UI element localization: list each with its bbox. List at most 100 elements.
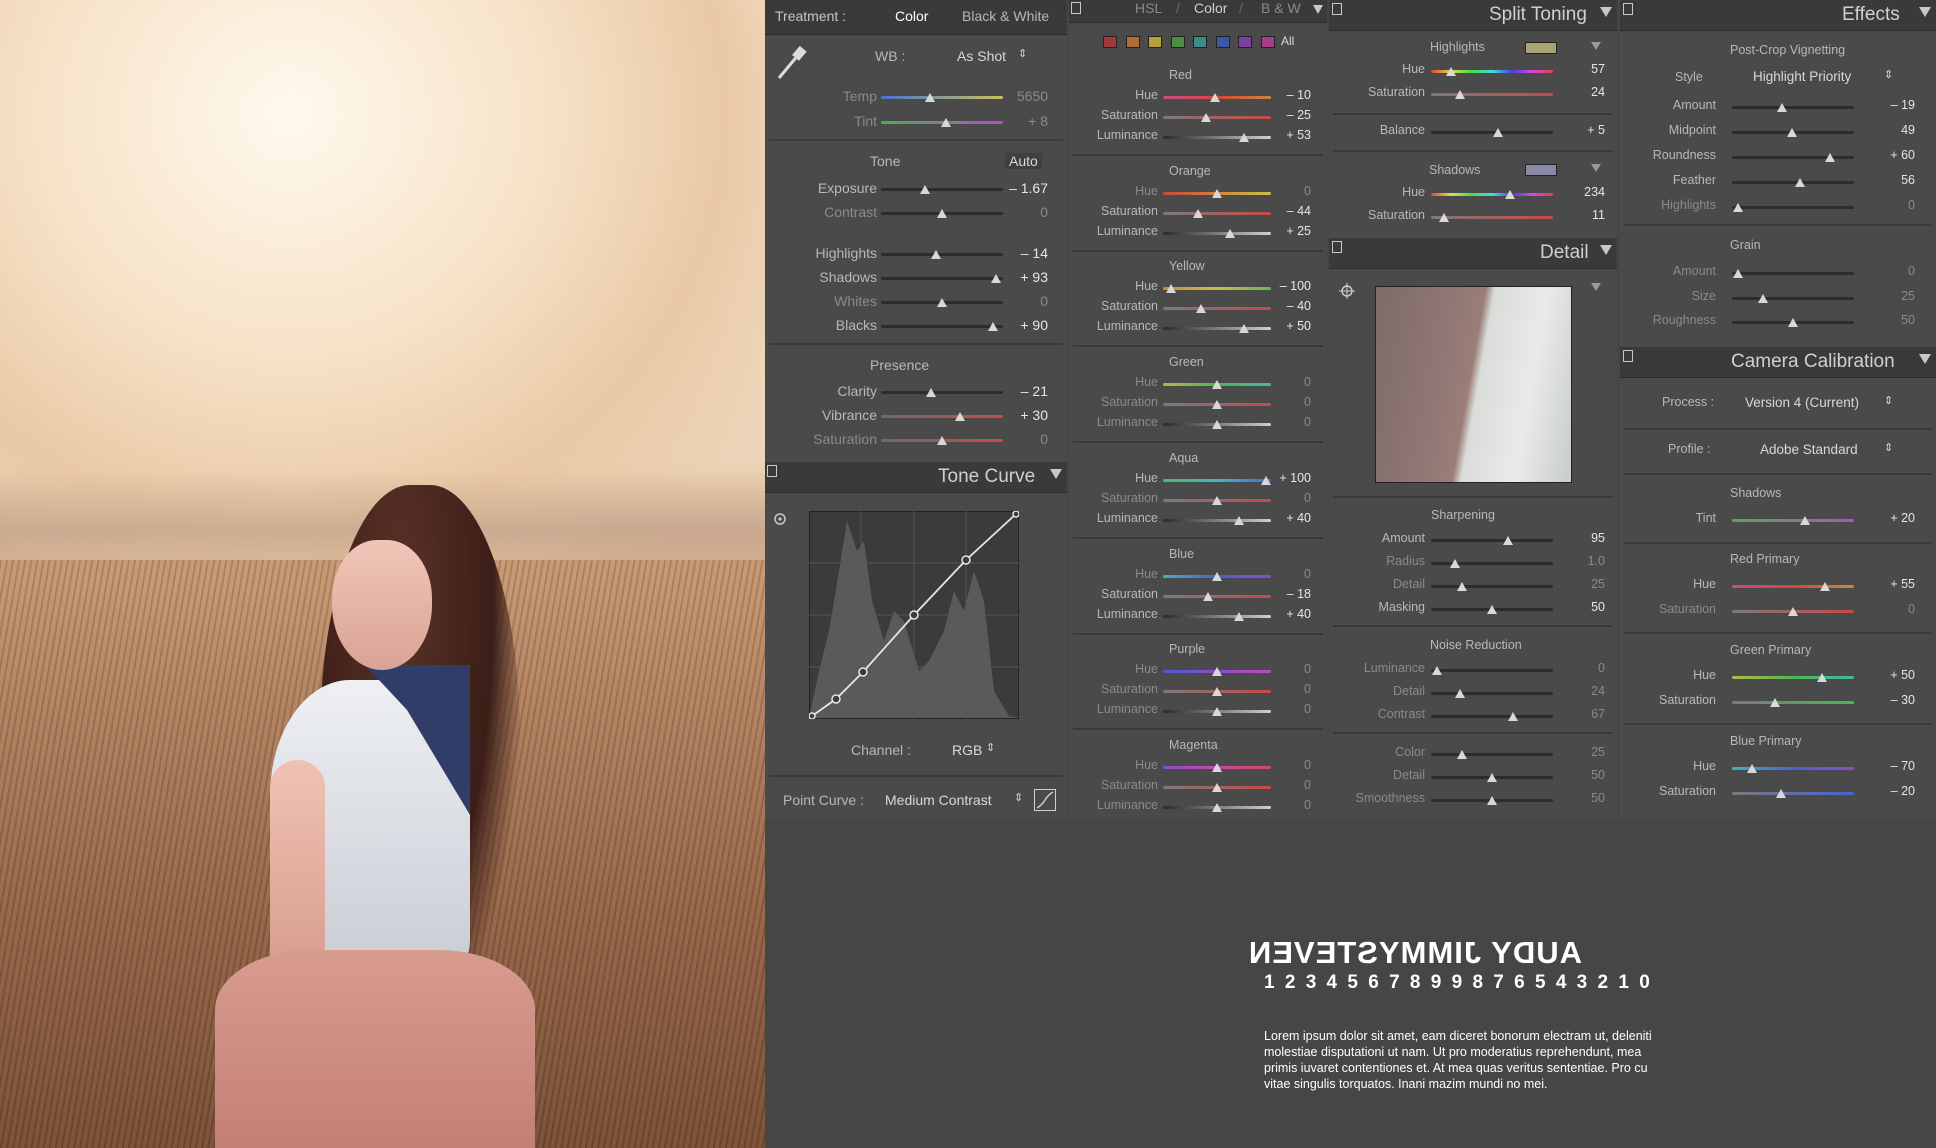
tone-curve-header[interactable]: Tone Curve (765, 462, 1067, 493)
st-shadows-hue-slider-thumb[interactable] (1505, 190, 1516, 199)
highlights-slider-thumb[interactable] (930, 250, 941, 259)
nr-luminance-slider-thumb[interactable] (1432, 666, 1443, 675)
hsl-green-sat-slider-thumb[interactable] (1212, 400, 1222, 410)
panel-toggle-icon[interactable] (767, 465, 777, 477)
panel-toggle-icon[interactable] (1332, 3, 1342, 15)
hsl-red-sat-slider-thumb[interactable] (1201, 113, 1212, 122)
collapse-triangle-icon[interactable] (1919, 354, 1931, 364)
hsl-magenta-sat-value[interactable]: 0 (1304, 778, 1311, 792)
hsl-yellow-sat-slider[interactable] (1163, 307, 1271, 311)
hsl-red-lum-slider[interactable] (1163, 136, 1271, 139)
st-shadows-hue-value[interactable]: 234 (1584, 185, 1605, 199)
target-adjust-icon[interactable] (773, 512, 787, 526)
color-swatch[interactable] (1215, 36, 1230, 48)
nr-detail-slider-thumb[interactable] (1455, 689, 1466, 698)
contrast-value[interactable]: 0 (1040, 204, 1048, 220)
color-swatch[interactable] (1260, 36, 1275, 48)
sharpen-masking-value[interactable]: 50 (1591, 600, 1605, 614)
swatch-all-button[interactable]: All (1281, 34, 1294, 48)
tint-slider-thumb[interactable] (940, 118, 951, 127)
cal-shadow-tint-slider[interactable] (1732, 519, 1854, 522)
panel-toggle-icon[interactable] (1071, 2, 1081, 14)
sharpen-amount-slider-thumb[interactable] (1502, 536, 1513, 545)
profile-select[interactable]: Adobe Standard (1760, 442, 1858, 457)
grain-size-value[interactable]: 25 (1901, 289, 1915, 303)
hsl-aqua-lum-value[interactable]: + 40 (1286, 511, 1311, 525)
nr-color-value[interactable]: 25 (1591, 745, 1605, 759)
cal-green-hue-slider-thumb[interactable] (1817, 673, 1828, 682)
hsl-yellow-lum-slider[interactable] (1163, 327, 1271, 331)
collapse-triangle-icon[interactable] (1600, 245, 1612, 255)
vignette-midpoint-slider-thumb[interactable] (1786, 128, 1797, 137)
collapse-triangle-icon[interactable] (1050, 469, 1062, 479)
temp-slider-thumb[interactable] (924, 93, 935, 102)
effects-header[interactable]: Effects (1620, 0, 1936, 31)
hsl-aqua-sat-value[interactable]: 0 (1304, 491, 1311, 505)
shadows-value[interactable]: + 93 (1020, 269, 1048, 285)
highlights-color-swatch[interactable] (1525, 42, 1557, 54)
vignette-feather-slider[interactable] (1732, 181, 1854, 184)
grain-size-slider[interactable] (1732, 297, 1854, 300)
vignette-amount-slider-thumb[interactable] (1777, 103, 1788, 112)
collapse-triangle-icon[interactable] (1600, 7, 1612, 17)
nr-color-slider[interactable] (1431, 753, 1553, 756)
vibrance-slider[interactable] (881, 415, 1003, 418)
blacks-slider-thumb[interactable] (988, 322, 999, 331)
st-shadows-sat-slider-thumb[interactable] (1439, 213, 1450, 222)
vignette-style-select[interactable]: Highlight Priority (1753, 69, 1851, 84)
temp-value[interactable]: 5650 (1017, 88, 1048, 104)
hsl-aqua-hue-slider[interactable] (1163, 478, 1271, 482)
st-highlights-sat-slider-thumb[interactable] (1455, 90, 1466, 99)
grain-size-slider-thumb[interactable] (1757, 294, 1768, 303)
hsl-yellow-lum-value[interactable]: + 50 (1286, 319, 1311, 333)
nr-smoothness-slider-thumb[interactable] (1487, 796, 1497, 805)
hsl-purple-hue-slider-thumb[interactable] (1212, 667, 1222, 677)
nr-detail-value[interactable]: 24 (1591, 684, 1605, 698)
hsl-green-lum-value[interactable]: 0 (1304, 415, 1311, 429)
cal-green-sat-value[interactable]: – 30 (1891, 693, 1915, 707)
split-toning-header[interactable]: Split Toning (1329, 0, 1617, 31)
tab-color[interactable]: Color (1194, 0, 1227, 16)
tab-bw[interactable]: B & W (1261, 0, 1301, 16)
hsl-red-hue-slider-thumb[interactable] (1209, 93, 1220, 102)
hsl-magenta-lum-slider-thumb[interactable] (1212, 802, 1222, 812)
hsl-orange-lum-slider-thumb[interactable] (1224, 228, 1235, 238)
hsl-aqua-hue-slider-thumb[interactable] (1260, 475, 1271, 485)
nr-contrast-slider-thumb[interactable] (1507, 712, 1518, 721)
grain-roughness-value[interactable]: 50 (1901, 313, 1915, 327)
hsl-blue-hue-slider-thumb[interactable] (1212, 571, 1222, 581)
vignette-highlights-slider[interactable] (1732, 206, 1854, 209)
dropdown-triangle-icon[interactable] (1591, 42, 1601, 50)
hsl-red-lum-slider-thumb[interactable] (1239, 133, 1249, 142)
hsl-purple-hue-value[interactable]: 0 (1304, 662, 1311, 676)
exposure-slider[interactable] (881, 188, 1003, 191)
st-highlights-sat-slider[interactable] (1431, 93, 1553, 96)
hsl-blue-sat-value[interactable]: – 18 (1287, 587, 1311, 601)
st-balance-value[interactable]: + 5 (1587, 123, 1605, 137)
hsl-yellow-sat-slider-thumb[interactable] (1195, 304, 1206, 314)
cal-green-hue-slider[interactable] (1732, 676, 1854, 679)
hsl-green-hue-value[interactable]: 0 (1304, 375, 1311, 389)
nr-detail-slider[interactable] (1431, 692, 1553, 695)
dropdown-triangle-icon[interactable] (1591, 164, 1601, 172)
highlights-value[interactable]: – 14 (1021, 245, 1048, 261)
cal-blue-hue-slider-thumb[interactable] (1746, 764, 1757, 773)
st-balance-slider-thumb[interactable] (1493, 128, 1504, 137)
sharpen-radius-slider-thumb[interactable] (1450, 559, 1461, 568)
hsl-red-lum-value[interactable]: + 53 (1286, 128, 1311, 142)
nr-color-slider-thumb[interactable] (1456, 750, 1467, 759)
sharpen-detail-slider-thumb[interactable] (1456, 582, 1467, 591)
detail-header[interactable]: Detail (1329, 238, 1617, 269)
hsl-yellow-hue-slider-thumb[interactable] (1165, 284, 1176, 294)
sharpen-amount-value[interactable]: 95 (1591, 531, 1605, 545)
vibrance-value[interactable]: + 30 (1020, 407, 1048, 423)
grain-roughness-slider-thumb[interactable] (1788, 318, 1798, 327)
hsl-red-sat-value[interactable]: – 25 (1287, 108, 1311, 122)
cal-green-sat-slider-thumb[interactable] (1769, 698, 1780, 707)
clarity-value[interactable]: – 21 (1021, 383, 1048, 399)
hsl-green-sat-value[interactable]: 0 (1304, 395, 1311, 409)
shadows-color-swatch[interactable] (1525, 164, 1557, 176)
contrast-slider-thumb[interactable] (937, 209, 947, 218)
eyedropper-icon[interactable] (775, 44, 809, 82)
nr-contrast-slider[interactable] (1431, 715, 1553, 718)
